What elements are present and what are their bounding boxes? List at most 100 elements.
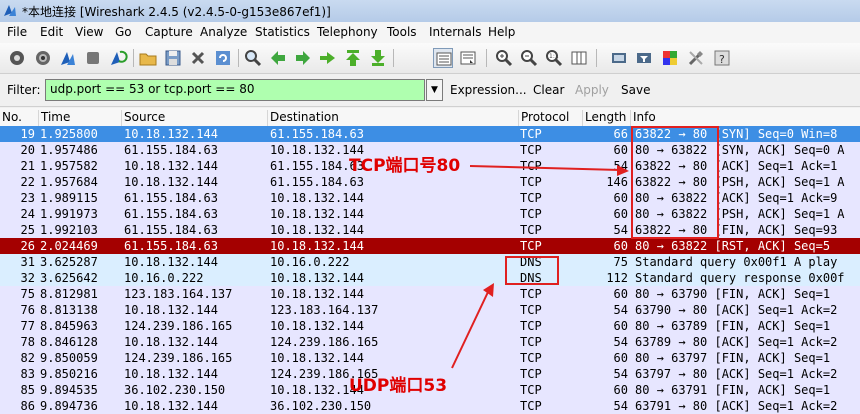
packet-cell-src: 10.18.132.144 xyxy=(124,127,218,141)
toolbar-separator xyxy=(133,49,134,67)
packet-cell-time: 8.846128 xyxy=(40,335,98,349)
packet-cell-src: 10.18.132.144 xyxy=(124,255,218,269)
packet-cell-info: Standard query 0x00f1 A play xyxy=(635,255,838,269)
capture-options-icon[interactable] xyxy=(33,48,53,68)
packet-cell-info: 80 → 63791 [FIN, ACK] Seq=1 xyxy=(635,383,831,397)
packet-cell-src: 61.155.184.63 xyxy=(124,143,218,157)
go-last-icon[interactable] xyxy=(368,48,388,68)
packet-cell-dst: 124.239.186.165 xyxy=(270,335,379,349)
zoom-out-icon[interactable] xyxy=(519,48,539,68)
preferences-icon[interactable] xyxy=(686,48,706,68)
column-info[interactable]: Info xyxy=(630,110,860,126)
packet-row[interactable]: 26 2.024469 61.155.184.63 10.18.132.144 TCP 6… xyxy=(0,238,860,254)
save-filter-button[interactable]: Save xyxy=(621,83,650,97)
zoom-in-icon[interactable] xyxy=(494,48,514,68)
packet-cell-proto: TCP xyxy=(520,127,542,141)
packet-cell-len: 66 xyxy=(613,127,628,141)
packet-cell-proto: TCP xyxy=(520,207,542,221)
go-back-icon[interactable] xyxy=(268,48,288,68)
packet-cell-len: 54 xyxy=(613,303,628,317)
packet-row[interactable]: 31 3.625287 10.18.132.144 10.16.0.222 DNS 75 S… xyxy=(0,254,860,270)
column-length[interactable]: Length xyxy=(582,110,631,126)
packet-cell-proto: TCP xyxy=(520,191,542,205)
menu-tools[interactable]: Tools xyxy=(387,25,417,39)
menu-statistics[interactable]: Statistics xyxy=(255,25,310,39)
packet-row[interactable]: 78 8.846128 10.18.132.144 124.239.186.165 TC… xyxy=(0,334,860,350)
packet-cell-time: 9.850216 xyxy=(40,367,98,381)
close-file-icon[interactable] xyxy=(188,48,208,68)
packet-cell-time: 1.957582 xyxy=(40,159,98,173)
apply-button[interactable]: Apply xyxy=(575,83,609,97)
menu-analyze[interactable]: Analyze xyxy=(200,25,247,39)
packet-cell-len: 60 xyxy=(613,207,628,221)
packet-row[interactable]: 76 8.813138 10.18.132.144 123.183.164.137 TC… xyxy=(0,302,860,318)
filter-dropdown-button[interactable]: ▼ xyxy=(426,79,443,101)
reload-icon[interactable] xyxy=(213,48,233,68)
display-filters-icon[interactable] xyxy=(634,48,654,68)
packet-row[interactable]: 82 9.850059 124.239.186.165 10.18.132.144 TC… xyxy=(0,350,860,366)
packet-cell-src: 36.102.230.150 xyxy=(124,383,226,397)
packet-cell-src: 10.16.0.222 xyxy=(124,271,204,285)
packet-row[interactable]: 23 1.989115 61.155.184.63 10.18.132.144 TCP 6… xyxy=(0,190,860,206)
column-source[interactable]: Source xyxy=(121,110,268,126)
capture-filters-icon[interactable] xyxy=(609,48,629,68)
packet-row[interactable]: 19 1.925800 10.18.132.144 61.155.184.63 TCP 6… xyxy=(0,126,860,142)
packet-cell-info: Standard query response 0x00f xyxy=(635,271,845,285)
packet-cell-src: 10.18.132.144 xyxy=(124,175,218,189)
stop-capture-icon[interactable] xyxy=(83,48,103,68)
packet-cell-no: 26 xyxy=(20,239,35,253)
open-file-icon[interactable] xyxy=(138,48,158,68)
packet-row[interactable]: 75 8.812981 123.183.164.137 10.18.132.144 TC… xyxy=(0,286,860,302)
go-first-icon[interactable] xyxy=(343,48,363,68)
menu-view[interactable]: View xyxy=(75,25,103,39)
packet-cell-no: 82 xyxy=(20,351,35,365)
normal-size-icon[interactable]: 1:1 xyxy=(544,48,564,68)
packet-cell-time: 2.024469 xyxy=(40,239,98,253)
column-time[interactable]: Time xyxy=(38,110,123,126)
column-destination[interactable]: Destination xyxy=(267,110,520,126)
packet-cell-len: 54 xyxy=(613,399,628,413)
resize-columns-icon[interactable] xyxy=(569,48,589,68)
packet-cell-no: 21 xyxy=(20,159,35,173)
coloring-rules-icon[interactable] xyxy=(660,48,680,68)
menu-capture[interactable]: Capture xyxy=(145,25,193,39)
find-packet-icon[interactable] xyxy=(243,48,263,68)
go-forward-icon[interactable] xyxy=(293,48,313,68)
menu-edit[interactable]: Edit xyxy=(40,25,63,39)
interface-list-icon[interactable] xyxy=(7,48,27,68)
packet-row[interactable]: 86 9.894736 10.18.132.144 36.102.230.150 TCP… xyxy=(0,398,860,414)
column-no[interactable]: No. xyxy=(0,110,38,126)
packet-row[interactable]: 22 1.957684 10.18.132.144 61.155.184.63 TCP 1… xyxy=(0,174,860,190)
menu-go[interactable]: Go xyxy=(115,25,132,39)
go-to-packet-icon[interactable] xyxy=(318,48,338,68)
menu-internals[interactable]: Internals xyxy=(429,25,482,39)
packet-cell-no: 32 xyxy=(20,271,35,285)
filter-label: Filter: xyxy=(7,83,41,97)
menu-help[interactable]: Help xyxy=(488,25,515,39)
packet-row[interactable]: 77 8.845963 124.239.186.165 10.18.132.144 TC… xyxy=(0,318,860,334)
packet-cell-src: 124.239.186.165 xyxy=(124,351,233,365)
help-icon[interactable]: ? xyxy=(712,48,732,68)
packet-row[interactable]: 32 3.625642 10.16.0.222 10.18.132.144 DNS 112… xyxy=(0,270,860,286)
expression-button[interactable]: Expression... xyxy=(450,83,527,97)
packet-cell-src: 123.183.164.137 xyxy=(124,287,233,301)
column-protocol[interactable]: Protocol xyxy=(518,110,583,126)
packet-cell-src: 61.155.184.63 xyxy=(124,223,218,237)
menu-file[interactable]: File xyxy=(7,25,27,39)
packet-cell-src: 10.18.132.144 xyxy=(124,303,218,317)
restart-capture-icon[interactable] xyxy=(108,48,128,68)
auto-scroll-icon[interactable] xyxy=(458,48,478,68)
clear-button[interactable]: Clear xyxy=(533,83,564,97)
save-file-icon[interactable] xyxy=(163,48,183,68)
colorize-icon[interactable] xyxy=(433,48,453,68)
packet-row[interactable]: 25 1.992103 61.155.184.63 10.18.132.144 TCP 5… xyxy=(0,222,860,238)
packet-cell-dst: 123.183.164.137 xyxy=(270,303,379,317)
menu-bar: File Edit View Go Capture Analyze Statis… xyxy=(0,22,860,43)
packet-cell-src: 10.18.132.144 xyxy=(124,399,218,413)
start-capture-icon[interactable] xyxy=(58,48,78,68)
packet-row[interactable]: 24 1.991973 61.155.184.63 10.18.132.144 TCP 6… xyxy=(0,206,860,222)
packet-cell-proto: TCP xyxy=(520,159,542,173)
menu-telephony[interactable]: Telephony xyxy=(317,25,378,39)
display-filter-input[interactable]: udp.port == 53 or tcp.port == 80 xyxy=(45,79,425,101)
packet-cell-src: 124.239.186.165 xyxy=(124,319,233,333)
